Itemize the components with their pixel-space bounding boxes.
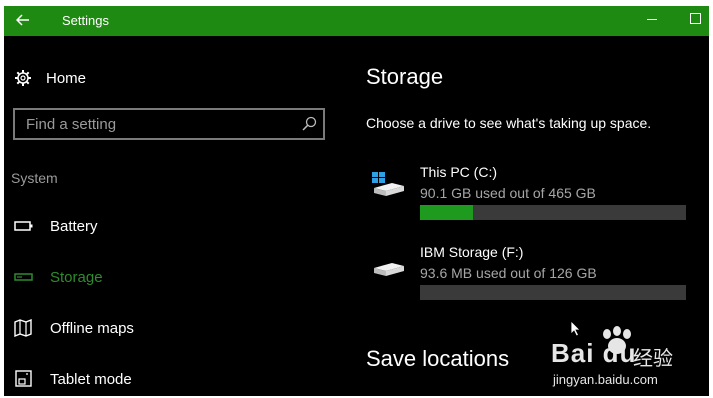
save-locations-heading: Save locations	[366, 346, 510, 371]
section-label: System	[11, 170, 58, 186]
settings-window: Settings Home Find a setting System Batt…	[4, 6, 709, 396]
drive-icon	[374, 263, 404, 276]
drive-usage: 93.6 MB used out of 126 GB	[420, 265, 597, 281]
sidebar-item-label: Storage	[50, 268, 103, 286]
home-label: Home	[46, 69, 87, 87]
drive-usage: 90.1 GB used out of 465 GB	[420, 185, 596, 201]
drive-c[interactable]: This PC (C:) 90.1 GB used out of 465 GB	[366, 164, 706, 234]
watermark-text: 经验	[633, 348, 673, 370]
usage-bar-fill	[420, 205, 474, 220]
sidebar-item-offline-maps[interactable]: Offline maps	[14, 316, 134, 340]
sidebar-item-label: Battery	[50, 217, 98, 235]
battery-icon	[14, 221, 33, 231]
search-placeholder: Find a setting	[26, 116, 117, 133]
usage-bar	[420, 285, 686, 300]
windows-drive-icon	[372, 172, 404, 196]
maximize-button[interactable]	[690, 13, 701, 24]
watermark-logo: Bai du	[551, 338, 637, 368]
minimize-button[interactable]	[644, 9, 660, 29]
drive-f[interactable]: IBM Storage (F:) 93.6 MB used out of 126…	[366, 244, 706, 314]
sidebar-item-label: Tablet mode	[50, 370, 132, 388]
window-title: Settings	[62, 13, 109, 28]
watermark-url: jingyan.baidu.com	[553, 372, 658, 387]
usage-bar	[420, 205, 686, 220]
minimize-icon	[647, 18, 657, 20]
home-nav[interactable]: Home	[14, 66, 86, 90]
title-bar: Settings	[4, 6, 709, 36]
tablet-mode-icon	[15, 370, 32, 387]
storage-icon	[14, 273, 33, 281]
sidebar-item-battery[interactable]: Battery	[14, 214, 98, 238]
sidebar-item-label: Offline maps	[50, 319, 134, 337]
sidebar-item-tablet-mode[interactable]: Tablet mode	[14, 367, 132, 391]
page-title: Storage	[366, 64, 444, 89]
map-icon	[14, 319, 32, 337]
search-icon	[302, 116, 317, 131]
back-arrow-icon	[16, 14, 29, 26]
drive-name: This PC (C:)	[420, 164, 497, 180]
page-subtitle: Choose a drive to see what's taking up s…	[366, 115, 652, 131]
search-input[interactable]: Find a setting	[13, 108, 325, 140]
back-button[interactable]	[10, 8, 36, 32]
sidebar-item-storage[interactable]: Storage	[14, 265, 103, 289]
gear-icon	[15, 70, 31, 86]
drive-name: IBM Storage (F:)	[420, 244, 524, 260]
watermark: Bai du 经验 jingyan.baidu.com	[549, 326, 689, 392]
sidebar: Home Find a setting System Battery Stora…	[4, 36, 344, 396]
